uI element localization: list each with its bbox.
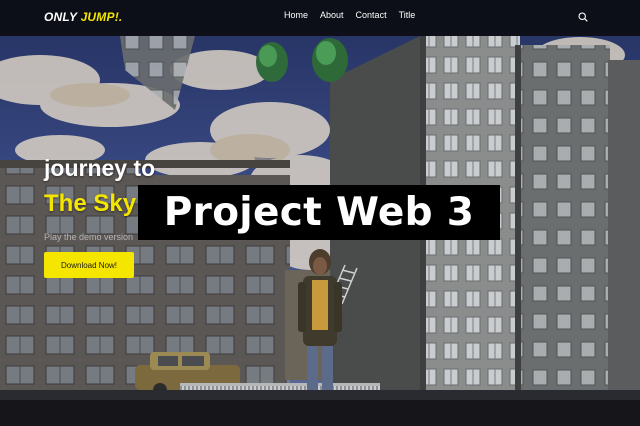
project-title-banner: Project Web 3 [138, 185, 500, 240]
top-navbar: ONLY JUMP!. Home About Contact Title [0, 0, 640, 36]
nav-link-about[interactable]: About [320, 10, 344, 20]
nav-link-contact[interactable]: Contact [356, 10, 387, 20]
logo-text: ONLY [44, 10, 81, 24]
search-icon[interactable] [578, 12, 588, 22]
site-logo[interactable]: ONLY JUMP!. [44, 10, 122, 24]
download-now-button[interactable]: Download Now! [44, 252, 134, 278]
project-title-text: Project Web 3 [163, 190, 475, 235]
hero-subtitle: Play the demo version [44, 232, 134, 242]
logo-accent-text: JUMP!. [80, 10, 123, 24]
nav-menu: Home About Contact Title [284, 10, 415, 20]
nav-link-title[interactable]: Title [399, 10, 416, 20]
nav-link-home[interactable]: Home [284, 10, 308, 20]
hero-title-line1: journey to [44, 155, 156, 181]
hero-title-line2: The Sky [44, 190, 137, 217]
